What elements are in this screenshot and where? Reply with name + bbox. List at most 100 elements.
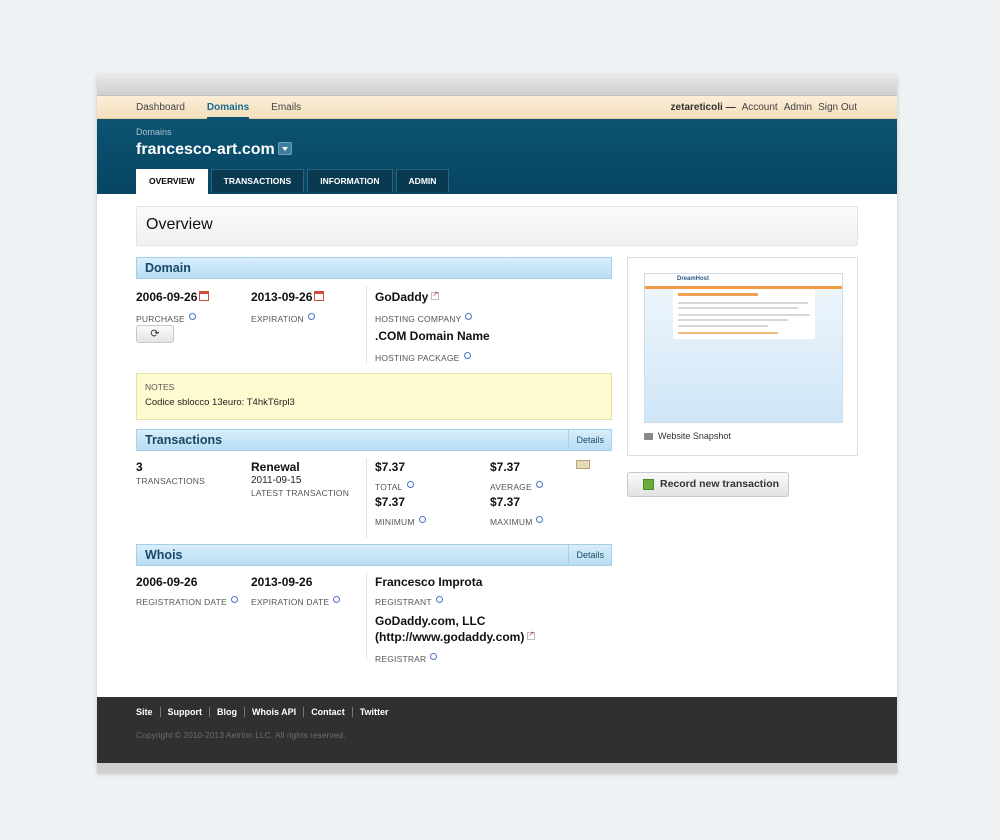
external-link-icon[interactable] [431,290,440,300]
help-icon[interactable] [535,481,543,489]
registrar-block: GoDaddy.com, LLC (http://www.godaddy.com… [375,614,536,667]
hosting-package-label: HOSTING PACKAGE [375,353,460,363]
camera-icon [644,433,653,441]
help-icon[interactable] [188,313,196,321]
nav-dashboard[interactable]: Dashboard [136,102,185,113]
whois-expiration-date: 2013-09-26 [251,575,313,589]
footer-link-site[interactable]: Site [136,707,160,717]
app-window: Dashboard Domains Emails zetareticoli — … [97,75,897,773]
tab-overview[interactable]: OVERVIEW [136,169,208,194]
hosting-company-label: HOSTING COMPANY [375,314,462,324]
money-icon [576,460,590,469]
transactions-count-label: TRANSACTIONS [136,476,205,486]
expiration-block: 2013-09-26 EXPIRATION [251,288,325,327]
nav-signout[interactable]: Sign Out [818,102,857,113]
tab-transactions[interactable]: TRANSACTIONS [210,169,305,192]
average-block: $7.37 AVERAGE [490,460,543,495]
external-link-icon[interactable] [527,630,536,640]
whois-details-link[interactable]: Details [568,545,611,565]
help-icon[interactable] [406,481,414,489]
transactions-count-block: 3 TRANSACTIONS [136,460,205,486]
help-icon[interactable] [307,313,315,321]
footer-link-contact[interactable]: Contact [303,707,352,717]
registration-date-block: 2006-09-26 REGISTRATION DATE [136,575,238,610]
whois-section-bar: Whois Details [136,544,612,566]
registration-date-label: REGISTRATION DATE [136,597,227,607]
nav-domains[interactable]: Domains [206,102,250,119]
average-label: AVERAGE [490,482,532,492]
divider [366,286,367,364]
footer-link-whois-api[interactable]: Whois API [244,707,303,717]
help-icon[interactable] [418,516,426,524]
window-bottom-shade [97,763,897,773]
transactions-count: 3 [136,460,143,474]
help-icon[interactable] [333,596,341,604]
website-snapshot-image[interactable]: DreamHost [644,273,843,423]
whois-section-title: Whois [145,548,183,562]
refresh-button[interactable]: ⟳ [136,325,174,343]
hosting-company-block: GoDaddy HOSTING COMPANY [375,288,473,327]
page-title-box: Overview [136,206,858,246]
snapshot-caption-text: Website Snapshot [658,431,731,441]
tab-admin[interactable]: ADMIN [395,169,450,192]
latest-transaction-date: 2011-09-15 [251,475,302,486]
top-nav: Dashboard Domains Emails zetareticoli — … [97,96,897,119]
registrant-name: Francesco Improta [375,575,483,589]
purchase-date: 2006-09-26 [136,290,198,304]
registrar-label: REGISTRAR [375,654,427,664]
footer-link-blog[interactable]: Blog [209,707,244,717]
purchase-block: 2006-09-26 PURCHASE [136,288,210,327]
total-label: TOTAL [375,482,403,492]
help-icon[interactable] [465,313,473,321]
add-transaction-icon [643,479,654,490]
whois-expiration-label: EXPIRATION DATE [251,597,330,607]
breadcrumb[interactable]: Domains [136,127,172,137]
help-icon[interactable] [430,653,438,661]
total-value: $7.37 [375,460,406,474]
registration-date: 2006-09-26 [136,575,198,589]
calendar-icon[interactable] [199,290,210,301]
help-icon[interactable] [435,596,443,604]
nav-admin[interactable]: Admin [784,102,812,113]
registrant-block: Francesco Improta REGISTRANT [375,575,482,610]
website-snapshot-card: DreamHost Website Snapshot [627,257,858,456]
footer: Site Support Blog Whois API Contact Twit… [97,697,897,773]
registrar-name: GoDaddy.com, LLC [375,614,486,628]
hosting-package: .COM Domain Name [375,329,490,343]
footer-link-support[interactable]: Support [159,707,210,717]
tab-information[interactable]: INFORMATION [307,169,393,192]
help-icon[interactable] [536,516,544,524]
nav-account[interactable]: Account [742,102,778,113]
divider [366,458,367,538]
registrar-url[interactable]: (http://www.godaddy.com) [375,630,524,644]
domain-tabs: OVERVIEW TRANSACTIONS INFORMATION ADMIN [136,169,450,194]
calendar-icon[interactable] [314,290,325,301]
record-transaction-label: Record new transaction [660,478,780,490]
divider [366,573,367,659]
snapshot-logo: DreamHost [677,276,710,282]
current-user: zetareticoli — [670,102,736,113]
help-icon[interactable] [463,352,471,360]
transactions-section-bar: Transactions Details [136,429,612,451]
record-transaction-button[interactable]: Record new transaction [627,472,789,497]
domain-header: Domains francesco-art.com OVERVIEW TRANS… [97,119,897,194]
footer-link-twitter[interactable]: Twitter [351,707,396,717]
minimum-block: $7.37 MINIMUM [375,495,426,530]
notes-text: Codice sblocco 13euro: T4hkT6rpl3 [145,397,295,408]
latest-transaction-block: Renewal 2011-09-15 LATEST TRANSACTION [251,460,349,498]
transactions-details-link[interactable]: Details [568,430,611,450]
help-icon[interactable] [230,596,238,604]
dropdown-icon[interactable] [278,142,292,155]
notes-box[interactable]: NOTES Codice sblocco 13euro: T4hkT6rpl3 [136,373,612,420]
transactions-section-title: Transactions [145,433,223,447]
expiration-label: EXPIRATION [251,314,304,324]
nav-emails[interactable]: Emails [271,102,301,113]
window-chrome [97,75,897,96]
expiration-date: 2013-09-26 [251,290,313,304]
footer-links: Site Support Blog Whois API Contact Twit… [136,707,396,717]
registrant-label: REGISTRANT [375,597,432,607]
snapshot-caption: Website Snapshot [644,431,731,441]
refresh-icon: ⟳ [150,328,160,340]
whois-expiration-block: 2013-09-26 EXPIRATION DATE [251,575,341,610]
latest-transaction-type: Renewal [251,460,300,474]
